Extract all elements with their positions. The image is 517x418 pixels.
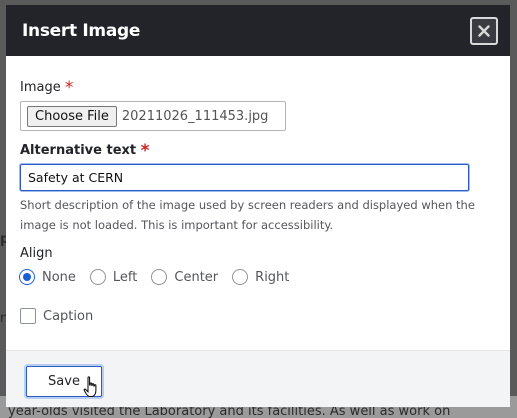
align-option-label: Right	[255, 269, 290, 285]
align-option-none[interactable]: None	[19, 269, 76, 285]
close-icon	[478, 24, 490, 37]
caption-checkbox[interactable]	[20, 308, 36, 324]
radio-icon[interactable]	[89, 269, 106, 285]
caption-option[interactable]: Caption	[20, 308, 93, 324]
align-label: Align	[20, 246, 53, 261]
dialog-title: Insert Image	[22, 20, 141, 41]
close-button[interactable]	[470, 16, 498, 45]
align-option-label: Center	[174, 269, 219, 285]
align-option-right[interactable]: Right	[232, 269, 289, 285]
align-radio-group: None Left Center Right	[19, 269, 303, 285]
alt-text-help: Short description of the image used by s…	[20, 198, 475, 232]
alt-text-input[interactable]	[20, 164, 469, 191]
insert-image-dialog: Insert Image Image * Choose File 2021102…	[6, 5, 510, 407]
image-label: Image *	[20, 78, 74, 98]
alt-text-label: Alternative text *	[20, 141, 150, 161]
align-option-left[interactable]: Left	[89, 269, 138, 285]
caption-label: Caption	[43, 308, 94, 324]
selected-file-name: 20211026_111453.jpg	[121, 108, 269, 124]
choose-file-button[interactable]: Choose File	[27, 105, 117, 127]
hand-pointer-icon	[83, 376, 97, 397]
align-option-center[interactable]: Center	[151, 269, 218, 285]
dialog-footer: Save	[6, 350, 510, 407]
align-option-label: None	[42, 269, 76, 285]
required-marker: *	[140, 141, 150, 161]
radio-selected-icon[interactable]	[19, 269, 35, 285]
required-marker: *	[64, 78, 74, 98]
align-option-label: Left	[112, 269, 138, 285]
radio-icon[interactable]	[232, 269, 249, 285]
file-input[interactable]: Choose File 20211026_111453.jpg	[20, 101, 286, 131]
radio-icon[interactable]	[151, 269, 168, 285]
dialog-titlebar: Insert Image	[6, 5, 510, 56]
